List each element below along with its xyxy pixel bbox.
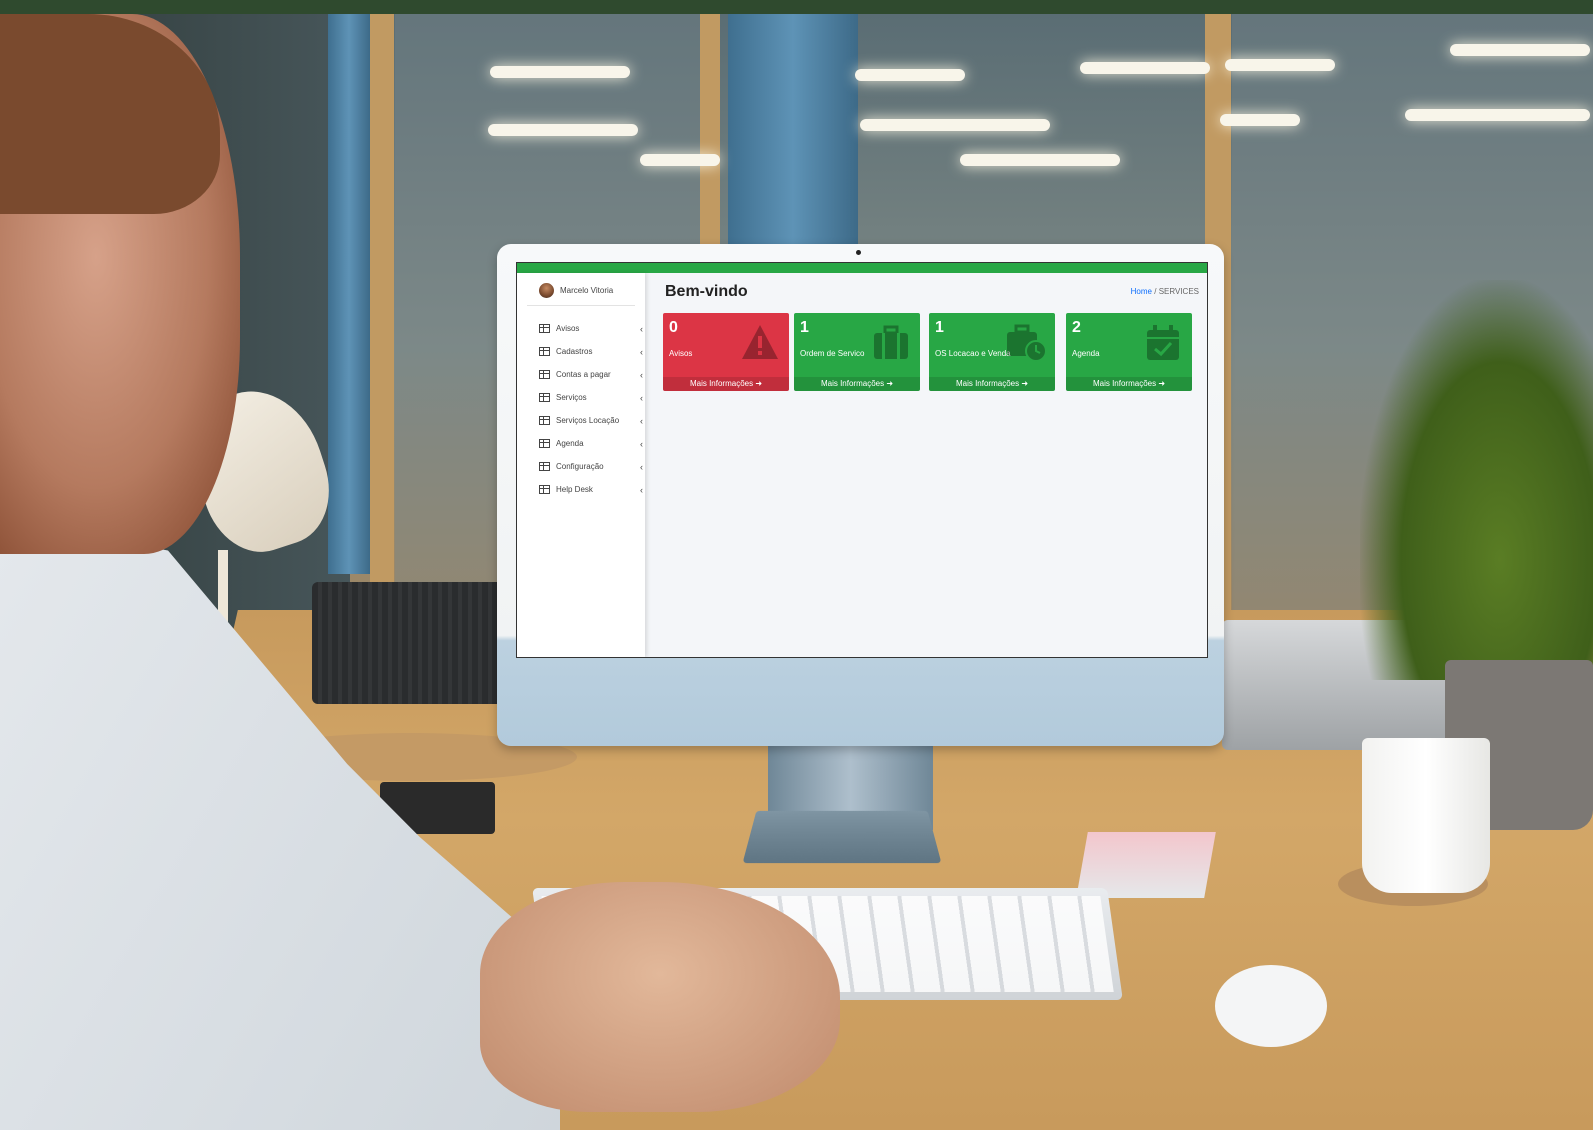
- chevron-left-icon: ‹: [640, 438, 643, 449]
- more-info-link[interactable]: Mais Informações ➜: [929, 377, 1055, 391]
- chevron-left-icon: ‹: [640, 415, 643, 426]
- small-box-agenda: 2 Agenda Mais Informações ➜: [1066, 313, 1192, 391]
- breadcrumb-home-link[interactable]: Home: [1131, 287, 1152, 296]
- webcam: [856, 250, 861, 255]
- magic-mouse: [1215, 965, 1327, 1047]
- wood-frame: [700, 14, 720, 244]
- chevron-left-icon: ‹: [640, 369, 643, 380]
- person-hands: [480, 882, 840, 1112]
- briefcase-icon: [874, 325, 908, 359]
- main-content: Bem-vindo Home / SERVICES 0 Avisos Mais …: [645, 273, 1207, 657]
- sidebar: Marcelo Vitoria Avisos ‹ Cadastros ‹ Con…: [517, 273, 645, 657]
- chevron-left-icon: ‹: [640, 484, 643, 495]
- sidebar-item-label: Help Desk: [556, 485, 593, 494]
- more-info-link[interactable]: Mais Informações ➜: [794, 377, 920, 391]
- divider: [527, 305, 635, 306]
- box-label: Avisos: [669, 349, 693, 358]
- sidebar-item-agenda[interactable]: Agenda ‹: [539, 432, 643, 455]
- sidebar-item-configuracao[interactable]: Configuração ‹: [539, 455, 643, 478]
- monitor-foot: [742, 810, 942, 864]
- sidebar-item-contas-a-pagar[interactable]: Contas a pagar ‹: [539, 363, 643, 386]
- sidebar-item-servicos-locacao[interactable]: Serviços Locação ‹: [539, 409, 643, 432]
- arrow-circle-right-icon: ➜: [1021, 379, 1029, 388]
- ceiling-light: [488, 124, 638, 136]
- ceiling-light: [490, 66, 630, 78]
- table-icon: [539, 485, 550, 494]
- small-box-os-locacao-e-venda: 1 OS Locacao e Venda Mais Informações ➜: [929, 313, 1055, 391]
- more-info-label: Mais Informações: [820, 379, 885, 388]
- table-icon: [539, 370, 550, 379]
- top-navbar: [517, 263, 1207, 273]
- sidebar-item-label: Configuração: [556, 462, 604, 471]
- box-count: 2: [1072, 319, 1081, 336]
- ceiling-light: [1225, 59, 1335, 71]
- sidebar-nav: Avisos ‹ Cadastros ‹ Contas a pagar ‹ Se…: [539, 317, 643, 501]
- table-icon: [539, 324, 550, 333]
- ceiling-light: [1405, 109, 1590, 121]
- more-info-label: Mais Informações: [1092, 379, 1157, 388]
- sidebar-item-help-desk[interactable]: Help Desk ‹: [539, 478, 643, 501]
- ceiling-light: [1450, 44, 1590, 56]
- more-info-link[interactable]: Mais Informações ➜: [1066, 377, 1192, 391]
- small-box-ordem-de-servico: 1 Ordem de Servico Mais Informações ➜: [794, 313, 920, 391]
- box-count: 1: [935, 319, 944, 336]
- coffee-cup: [1362, 738, 1490, 893]
- table-icon: [539, 416, 550, 425]
- box-label: Agenda: [1072, 349, 1100, 358]
- box-label: OS Locacao e Venda: [935, 349, 1011, 358]
- sidebar-item-label: Agenda: [556, 439, 584, 448]
- ceiling-light: [1080, 62, 1210, 74]
- more-info-label: Mais Informações: [955, 379, 1020, 388]
- app-screen: Marcelo Vitoria Avisos ‹ Cadastros ‹ Con…: [516, 262, 1208, 658]
- arrow-circle-right-icon: ➜: [755, 379, 763, 388]
- table-icon: [539, 393, 550, 402]
- sidebar-item-servicos[interactable]: Serviços ‹: [539, 386, 643, 409]
- chevron-left-icon: ‹: [640, 346, 643, 357]
- ceiling-light: [960, 154, 1120, 166]
- breadcrumb-current: SERVICES: [1158, 287, 1199, 296]
- small-box-avisos: 0 Avisos Mais Informações ➜: [663, 313, 789, 391]
- user-name: Marcelo Vitoria: [560, 286, 614, 295]
- sidebar-item-label: Contas a pagar: [556, 370, 611, 379]
- chevron-left-icon: ‹: [640, 323, 643, 334]
- arrow-circle-right-icon: ➜: [886, 379, 894, 388]
- sidebar-item-label: Serviços Locação: [556, 416, 620, 425]
- box-count: 1: [800, 319, 809, 336]
- sidebar-item-label: Cadastros: [556, 347, 593, 356]
- calendar-check-icon: [1147, 325, 1179, 360]
- sidebar-item-label: Avisos: [556, 324, 580, 333]
- blue-pillar: [328, 14, 370, 574]
- avatar: [539, 283, 554, 298]
- warning-icon: [742, 325, 778, 359]
- arrow-circle-right-icon: ➜: [1158, 379, 1166, 388]
- table-icon: [539, 462, 550, 471]
- sidebar-item-avisos[interactable]: Avisos ‹: [539, 317, 643, 340]
- chevron-left-icon: ‹: [640, 461, 643, 472]
- breadcrumb: Home / SERVICES: [1131, 287, 1199, 296]
- box-label: Ordem de Servico: [800, 349, 865, 358]
- sidebar-item-label: Serviços: [556, 393, 587, 402]
- user-panel[interactable]: Marcelo Vitoria: [539, 283, 613, 298]
- table-icon: [539, 347, 550, 356]
- ceiling-light: [640, 154, 720, 166]
- breadcrumb-separator: /: [1154, 287, 1157, 296]
- page-title: Bem-vindo: [665, 283, 748, 300]
- blue-pillar: [728, 14, 858, 244]
- box-count: 0: [669, 319, 678, 336]
- table-icon: [539, 439, 550, 448]
- ceiling-light: [1220, 114, 1300, 126]
- more-info-link[interactable]: Mais Informações ➜: [663, 377, 789, 391]
- sidebar-item-cadastros[interactable]: Cadastros ‹: [539, 340, 643, 363]
- chevron-left-icon: ‹: [640, 392, 643, 403]
- briefcase-clock-icon: [1007, 324, 1047, 362]
- more-info-label: Mais Informações: [689, 379, 754, 388]
- snake-plant: [1360, 280, 1593, 680]
- wood-frame: [370, 14, 394, 614]
- ceiling-light: [855, 69, 965, 81]
- ceiling-light: [860, 119, 1050, 131]
- speaker: [312, 582, 504, 704]
